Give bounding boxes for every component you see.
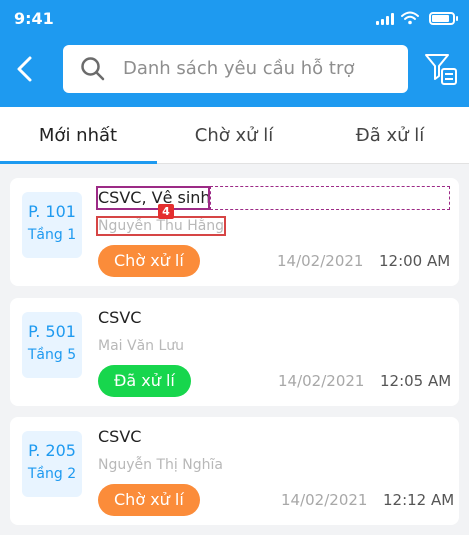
wifi-icon xyxy=(401,11,419,25)
highlight-box-person xyxy=(96,216,226,236)
battery-fill xyxy=(432,15,449,22)
signal-icon xyxy=(376,13,394,25)
room-badge: P. 501 Tầng 5 xyxy=(22,312,82,378)
request-card[interactable]: P. 101 Tầng 1 CSVC, Vệ sinh Nguyễn Thu H… xyxy=(10,178,459,286)
request-date: 14/02/2021 xyxy=(277,252,364,270)
request-date: 14/02/2021 xyxy=(281,491,368,509)
room-floor: Tầng 1 xyxy=(27,227,77,243)
highlight-number-badge: 4 xyxy=(158,204,174,219)
tab-latest[interactable]: Mới nhất xyxy=(0,107,156,164)
header-bar: 9:41 Danh sách yêu cầu hỗ trợ xyxy=(0,0,469,107)
status-time: 9:41 xyxy=(14,9,54,28)
requester-name: Mai Văn Lưu xyxy=(98,338,185,354)
request-title: CSVC xyxy=(98,308,142,327)
requester-name: Nguyễn Thị Nghĩa xyxy=(98,457,223,473)
room-number: P. 205 xyxy=(28,441,76,460)
request-time: 12:12 AM xyxy=(383,491,455,509)
highlight-box-dotted xyxy=(210,186,450,210)
request-time: 12:00 AM xyxy=(379,252,451,270)
request-card[interactable]: P. 205 Tầng 2 CSVC Nguyễn Thị Nghĩa Chờ … xyxy=(10,417,459,525)
active-tab-indicator xyxy=(0,161,157,164)
battery-icon xyxy=(429,12,458,25)
search-icon xyxy=(81,57,105,81)
room-badge: P. 205 Tầng 2 xyxy=(22,431,82,497)
status-done-button[interactable]: Đã xử lí xyxy=(98,365,191,397)
request-time: 12:05 AM xyxy=(380,372,452,390)
request-card[interactable]: P. 501 Tầng 5 CSVC Mai Văn Lưu Đã xử lí … xyxy=(10,298,459,406)
tab-pending[interactable]: Chờ xử lí xyxy=(156,107,312,164)
status-bar: 9:41 xyxy=(0,0,469,40)
request-title: CSVC xyxy=(98,427,142,446)
room-badge: P. 101 Tầng 1 xyxy=(22,192,82,258)
room-floor: Tầng 2 xyxy=(27,466,77,482)
search-placeholder: Danh sách yêu cầu hỗ trợ xyxy=(123,58,355,79)
filter-icon[interactable] xyxy=(424,52,458,86)
highlight-box-title xyxy=(96,186,210,210)
status-pending-button[interactable]: Chờ xử lí xyxy=(98,484,200,516)
room-number: P. 501 xyxy=(28,322,76,341)
back-chevron-icon[interactable] xyxy=(10,50,40,88)
tab-processed[interactable]: Đã xử lí xyxy=(312,107,468,164)
room-floor: Tầng 5 xyxy=(27,347,77,363)
request-date: 14/02/2021 xyxy=(278,372,365,390)
tab-bar: Mới nhất Chờ xử lí Đã xử lí xyxy=(0,107,469,164)
status-pending-button[interactable]: Chờ xử lí xyxy=(98,245,200,277)
room-number: P. 101 xyxy=(28,202,76,221)
search-input[interactable]: Danh sách yêu cầu hỗ trợ xyxy=(63,45,408,93)
